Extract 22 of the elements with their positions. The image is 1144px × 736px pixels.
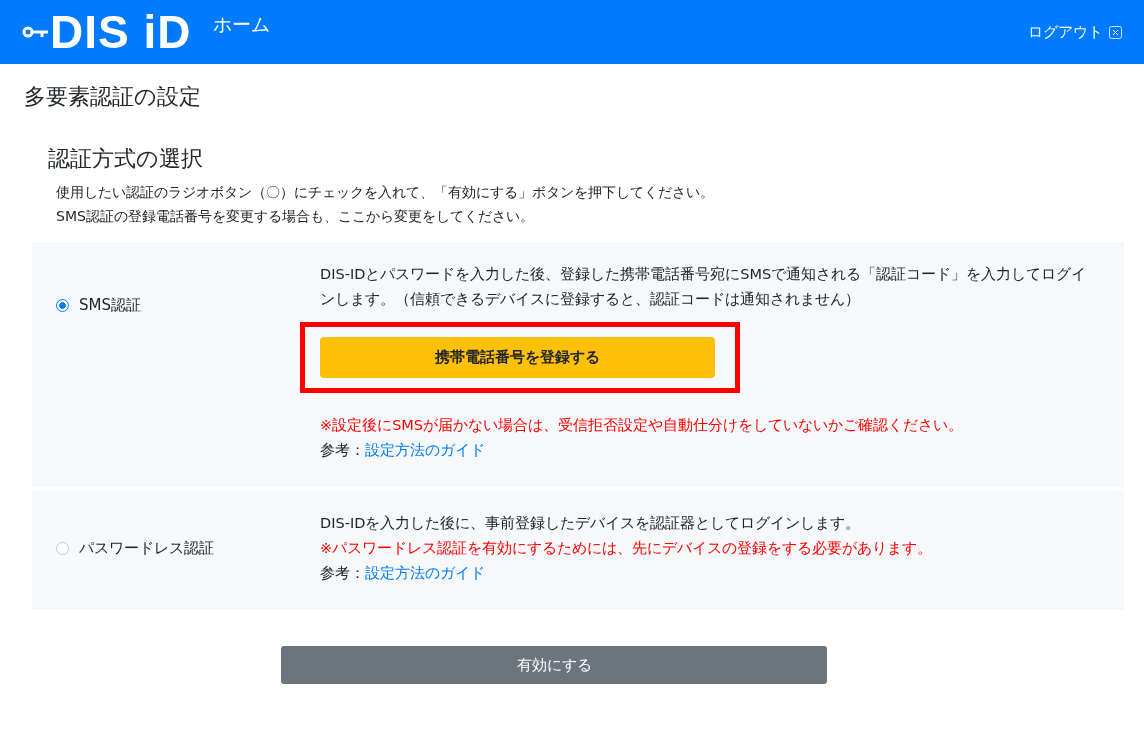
page-title: 多要素認証の設定 (24, 83, 202, 111)
radio-button[interactable] (56, 542, 69, 555)
method-label[interactable]: パスワードレス認証 (79, 539, 214, 558)
instruction-text: SMS認証の登録電話番号を変更する場合も、ここから変更をしてください。 (56, 207, 535, 226)
radio-button[interactable] (56, 299, 69, 312)
reference-text: 参考：設定方法のガイド (320, 564, 486, 583)
instruction-text: 使用したい認証のラジオボタン（〇）にチェックを入れて、「有効にする」ボタンを押下してください。 (56, 183, 715, 202)
close-icon[interactable] (1109, 25, 1122, 39)
logo-text[interactable]: DIS iD (50, 9, 192, 55)
reference-text: 参考：設定方法のガイド (320, 441, 486, 460)
warning-text: ※設定後にSMSが届かない場合は、受信拒否設定や自動仕分けをしていないかご確認ください。 (320, 416, 965, 435)
warning-text: ※パスワードレス認証を有効にするためには、先にデバイスの登録をする必要があります。 (320, 539, 934, 558)
method-description: DIS-IDとパスワードを入力した後、登録した携帯電話番号宛にSMSで通知される「認証コード」を入力してログインします。（信頼できるデバイスに登録すると、認証コードは通知されません） (320, 265, 1088, 309)
method-label[interactable]: SMS認証 (79, 296, 141, 315)
method-description: DIS-IDを入力した後に、事前登録したデバイスを認証器としてログインします。 (320, 514, 862, 533)
enable-button[interactable]: 有効にする (281, 646, 827, 684)
guide-link[interactable]: 設定方法のガイド (365, 442, 485, 458)
register-phone-button[interactable]: 携帯電話番号を登録する (320, 337, 715, 378)
section-heading: 認証方式の選択 (48, 145, 204, 173)
guide-link[interactable]: 設定方法のガイド (365, 565, 485, 581)
home-link[interactable]: ホーム (213, 12, 271, 38)
logout-link[interactable]: ログアウト (1028, 22, 1103, 42)
